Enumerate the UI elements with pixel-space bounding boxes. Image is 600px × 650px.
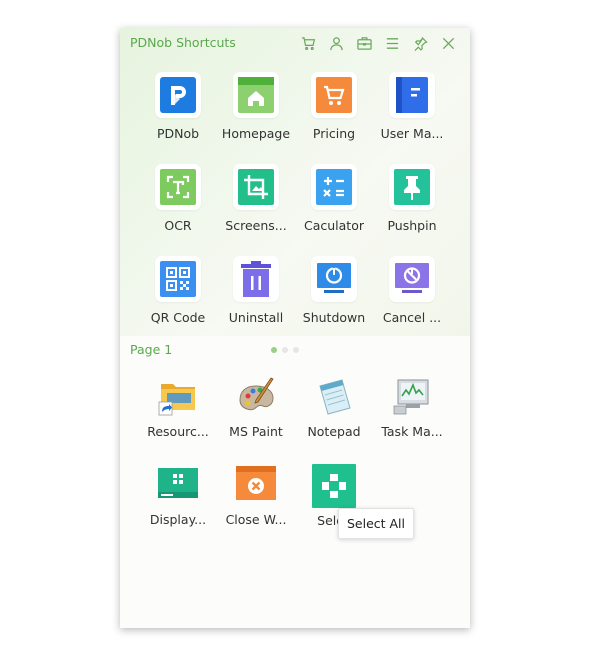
shortcut-pushpin[interactable]: Pushpin <box>373 164 451 256</box>
shortcut-user-manual[interactable]: User Ma... <box>373 72 451 164</box>
select-all-icon <box>312 464 356 508</box>
close-button[interactable] <box>434 33 462 53</box>
tile-frame <box>389 256 435 302</box>
cancel-shutdown-icon <box>395 263 429 293</box>
shortcut-calculator[interactable]: Caculator <box>295 164 373 256</box>
folder-shortcut-icon <box>158 384 195 416</box>
user-icon <box>329 36 343 50</box>
app-grid: Resourc... MS Paint Notepad Task Ma... D… <box>120 376 489 552</box>
tile-frame <box>155 72 201 118</box>
screenshot-icon <box>238 169 274 205</box>
ocr-icon <box>160 169 196 205</box>
toolbox-button[interactable] <box>350 33 378 53</box>
app-icon-wrap <box>158 464 198 504</box>
shortcut-label: Caculator <box>303 218 364 233</box>
tile-frame <box>233 72 279 118</box>
shortcut-cancel-shutdown[interactable]: Cancel ... <box>373 256 451 348</box>
app-label: Resourc... <box>147 424 209 439</box>
select-all-tooltip: Select All <box>338 508 414 539</box>
shortcut-pricing[interactable]: Pricing <box>295 72 373 164</box>
tile-frame <box>155 164 201 210</box>
pin-icon <box>413 36 428 51</box>
app-icon-wrap <box>314 376 354 416</box>
tile-frame <box>155 256 201 302</box>
shortcut-label: User Ma... <box>380 126 444 141</box>
page-dot-1[interactable] <box>271 347 277 353</box>
page-dot-3[interactable] <box>293 347 299 353</box>
pricing-cart-icon <box>316 77 352 113</box>
shortcut-label: OCR <box>164 218 192 233</box>
cart-icon <box>301 36 315 50</box>
menu-icon <box>386 37 398 49</box>
app-label: Notepad <box>307 424 361 439</box>
cart-button[interactable] <box>294 33 322 53</box>
app-notepad[interactable]: Notepad <box>295 376 373 464</box>
app-icon-wrap <box>312 464 356 508</box>
page-dots <box>271 347 299 353</box>
tile-frame <box>389 164 435 210</box>
paint-palette-icon <box>239 377 274 411</box>
app-close-windows[interactable]: Close W... <box>217 464 295 552</box>
tile-frame <box>311 164 357 210</box>
app-resource-monitor[interactable]: Resourc... <box>139 376 217 464</box>
shortcut-pdnob[interactable]: PDNob <box>139 72 217 164</box>
tile-frame <box>233 256 279 302</box>
shortcut-shutdown[interactable]: Shutdown <box>295 256 373 348</box>
shortcut-qr-code[interactable]: QR Code <box>139 256 217 348</box>
homepage-icon <box>238 77 274 113</box>
shortcut-uninstall[interactable]: Uninstall <box>217 256 295 348</box>
tile-frame <box>233 164 279 210</box>
close-icon <box>442 37 454 49</box>
app-icon-wrap <box>158 376 198 416</box>
shortcut-homepage[interactable]: Homepage <box>217 72 295 164</box>
task-manager-icon <box>393 379 429 415</box>
shortcut-ocr[interactable]: OCR <box>139 164 217 256</box>
shortcut-label: Pricing <box>312 126 356 141</box>
app-label: Task Ma... <box>381 424 443 439</box>
shortcut-label: QR Code <box>150 310 206 325</box>
app-icon-wrap <box>392 376 432 416</box>
close-window-icon <box>236 466 276 500</box>
shortcut-label: Shutdown <box>302 310 366 325</box>
app-icon-wrap <box>236 464 276 504</box>
shortcut-label: Homepage <box>221 126 291 141</box>
shortcut-label: Uninstall <box>228 310 284 325</box>
menu-button[interactable] <box>378 33 406 53</box>
title-toolbar <box>294 33 462 53</box>
account-button[interactable] <box>322 33 350 53</box>
pushpin-icon <box>394 169 430 205</box>
app-ms-paint[interactable]: MS Paint <box>217 376 295 464</box>
tile-frame <box>311 72 357 118</box>
toolbox-icon <box>356 36 372 50</box>
shutdown-icon <box>317 263 351 293</box>
notepad-icon <box>319 379 351 415</box>
tile-frame <box>311 256 357 302</box>
shortcut-label: Screens... <box>225 218 287 233</box>
trash-icon <box>241 261 271 297</box>
pin-button[interactable] <box>406 33 434 53</box>
shortcuts-panel: PDNob Shortcuts PDNob Homepage Pricing U… <box>120 28 470 628</box>
shortcut-grid: PDNob Homepage Pricing User Ma... OCR Sc… <box>120 72 489 348</box>
app-label: MS Paint <box>229 424 283 439</box>
display-icon <box>158 468 198 498</box>
app-label: Close W... <box>225 512 287 527</box>
shortcut-label: PDNob <box>156 126 200 141</box>
page-indicator: Page 1 <box>130 342 173 357</box>
shortcut-label: Pushpin <box>387 218 437 233</box>
shortcut-screenshot[interactable]: Screens... <box>217 164 295 256</box>
tile-frame <box>389 72 435 118</box>
app-label: Display... <box>149 512 207 527</box>
pdnob-logo-icon <box>160 77 196 113</box>
app-task-manager[interactable]: Task Ma... <box>373 376 451 464</box>
qr-code-icon <box>160 261 196 297</box>
app-icon-wrap <box>236 376 276 416</box>
calculator-icon <box>316 169 352 205</box>
app-display[interactable]: Display... <box>139 464 217 552</box>
user-manual-icon <box>396 77 428 113</box>
page-dot-2[interactable] <box>282 347 288 353</box>
window-title: PDNob Shortcuts <box>130 35 236 50</box>
shortcut-label: Cancel ... <box>382 310 442 325</box>
